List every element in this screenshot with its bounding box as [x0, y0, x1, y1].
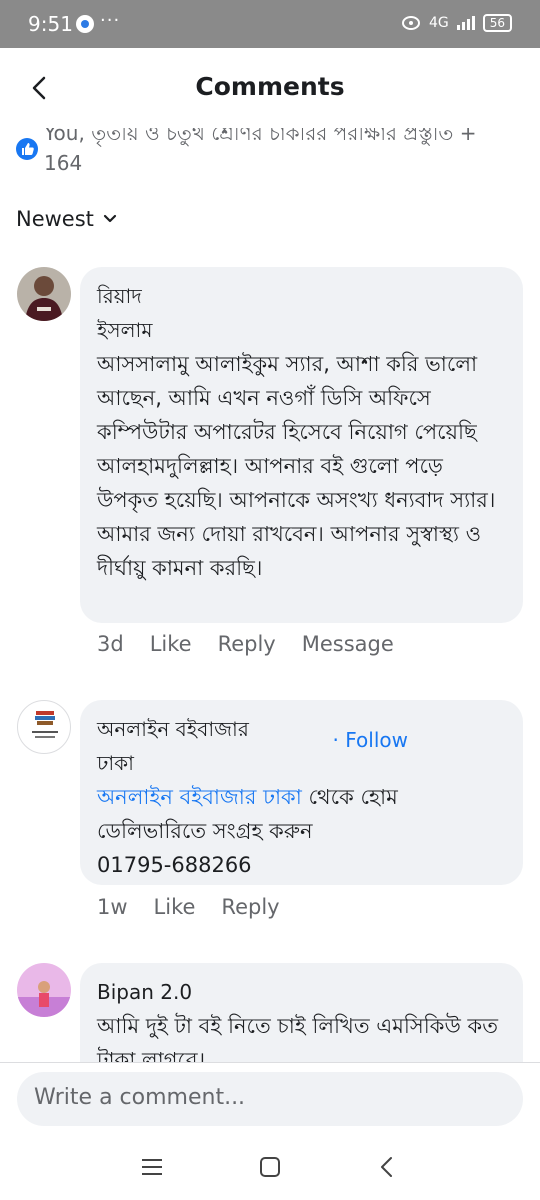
phone-number: 01795-688266 [97, 853, 252, 877]
reactions-text: You, তৃতীয় ও চতুর্থ শ্রেণির চাকরির পরীক… [44, 128, 477, 175]
menu-icon[interactable] [137, 1152, 167, 1182]
comment-time: 3d [97, 632, 124, 656]
status-bar: 9:51 ··· 4G 56 [0, 0, 540, 48]
author-name-line1: অনলাইন বইবাজার [97, 717, 249, 741]
message-button[interactable]: Message [302, 632, 394, 656]
comment-text: অনলাইন বইবাজার ঢাকা থেকে হোম ডেলিভারিতে … [97, 780, 506, 848]
hotspot-icon [401, 16, 420, 30]
status-indicators: 4G 56 [401, 14, 512, 32]
page-mention-link[interactable]: অনলাইন বইবাজার ঢাকা [97, 785, 302, 809]
comment-author[interactable]: রিয়াদ ইসলাম [97, 279, 506, 347]
comments-list[interactable]: রিয়াদ ইসলাম আসসালামু আলাইকুম স্যার, আশা… [0, 240, 540, 1062]
author-name-line1: রিয়াদ [97, 284, 142, 308]
chevron-down-icon [103, 214, 117, 223]
like-button[interactable]: Like [150, 632, 192, 656]
reply-button[interactable]: Reply [218, 632, 276, 656]
comment-actions: 1w Like Reply [97, 895, 280, 919]
battery-icon: 56 [482, 14, 512, 32]
reactions-summary[interactable]: You, তৃতীয় ও চতুর্থ শ্রেণির চাকরির পরীক… [0, 128, 540, 184]
comment-text: আসসালামু আলাইকুম স্যার, আশা করি ভালো আছে… [97, 352, 496, 580]
page-title: Comments [195, 72, 345, 101]
messenger-app-icon [76, 15, 94, 33]
signal-icon [456, 16, 475, 30]
comment-input[interactable]: Write a comment... [17, 1072, 523, 1126]
follow-button[interactable]: · Follow [333, 728, 408, 752]
comment-bubble[interactable]: Bipan 2.0 আমি দুই টা বই নিতে চাই লিখিত এ… [80, 963, 523, 1062]
avatar[interactable] [17, 963, 71, 1017]
comment-composer: Write a comment... [0, 1062, 540, 1140]
more-notifications-icon: ··· [100, 10, 121, 31]
header: Comments [0, 48, 540, 128]
back-icon[interactable] [373, 1152, 403, 1182]
sort-dropdown[interactable]: Newest [16, 207, 118, 231]
comment-bubble[interactable]: অনলাইন বইবাজার ঢাকা · Follow অনলাইন বইবা… [80, 700, 523, 885]
sort-label: Newest [16, 207, 94, 231]
home-icon[interactable] [255, 1152, 285, 1182]
like-reaction-icon [16, 138, 38, 160]
like-button[interactable]: Like [154, 895, 196, 919]
comment-text: আমি দুই টা বই নিতে চাই লিখিত এমসিকিউ কত … [97, 1014, 498, 1062]
avatar[interactable] [17, 700, 71, 754]
system-nav-bar [0, 1140, 540, 1200]
comment-bubble[interactable]: রিয়াদ ইসলাম আসসালামু আলাইকুম স্যার, আশা… [80, 267, 523, 623]
reply-button[interactable]: Reply [221, 895, 279, 919]
comment-author[interactable]: অনলাইন বইবাজার ঢাকা [97, 712, 506, 780]
status-time: 9:51 [28, 12, 73, 36]
author-name-line2: ইসলাম [97, 318, 153, 342]
author-name-line2: ঢাকা [97, 751, 134, 775]
comment-author[interactable]: Bipan 2.0 [97, 975, 506, 1009]
avatar[interactable] [17, 267, 71, 321]
comment-actions: 3d Like Reply Message [97, 632, 394, 656]
comment-time: 1w [97, 895, 128, 919]
network-type: 4G [428, 15, 449, 31]
